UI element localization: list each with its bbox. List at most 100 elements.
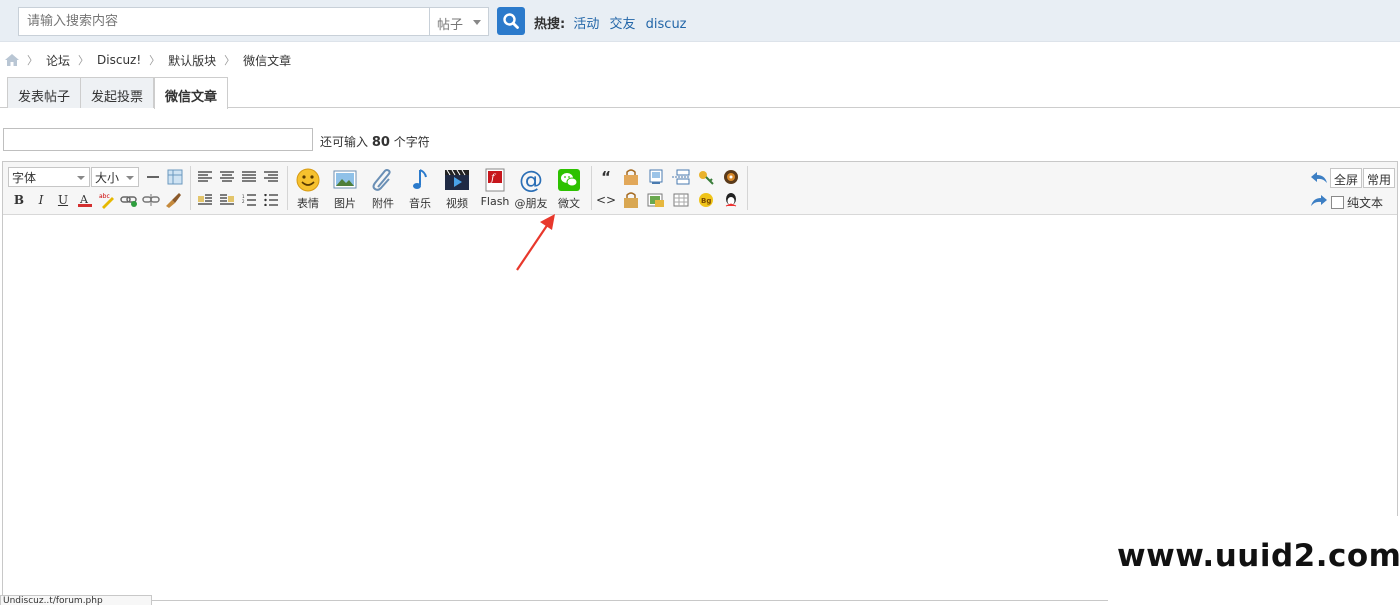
quote-button[interactable]: “ (597, 168, 615, 186)
flash-icon: f (485, 168, 505, 192)
insert-smiley-label: 表情 (297, 197, 319, 210)
breadcrumb-item[interactable]: 论坛 (46, 52, 70, 69)
smiley-icon (296, 168, 320, 192)
background-color-icon[interactable] (166, 168, 184, 186)
align-left-icon[interactable] (196, 168, 214, 186)
fullscreen-button[interactable]: 全屏 (1330, 168, 1363, 188)
page-break-icon[interactable] (672, 168, 690, 186)
hot-search: 热搜: 活动 交友 discuz (534, 13, 693, 32)
svg-text:abc: abc (99, 193, 110, 200)
toolbar-separator (591, 166, 592, 210)
italic-button[interactable]: I (32, 191, 50, 209)
unlink-icon[interactable] (142, 191, 160, 209)
font-size-select[interactable]: 大小 (91, 167, 139, 187)
font-select-label: 字体 (12, 171, 37, 185)
chevron-down-icon (126, 176, 134, 180)
hot-term-link[interactable]: 交友 (610, 17, 636, 32)
paid-content-icon[interactable] (622, 191, 640, 209)
insert-wechat-article-button[interactable]: 微文 (551, 167, 587, 211)
svg-text:@: @ (519, 167, 543, 193)
undo-icon[interactable] (1310, 169, 1328, 187)
chevron-down-icon (77, 176, 85, 180)
svg-text:2: 2 (242, 199, 245, 204)
annotation-arrow (516, 214, 555, 271)
toolbar-separator (747, 166, 748, 210)
search-button[interactable] (497, 7, 525, 35)
insert-image-button[interactable]: 图片 (327, 167, 363, 211)
insert-attachment-button[interactable]: 附件 (365, 167, 401, 211)
float-right-icon[interactable] (218, 191, 236, 209)
qq-icon[interactable] (722, 191, 740, 209)
at-icon: @ (519, 167, 543, 193)
align-center-icon[interactable] (218, 168, 236, 186)
horizontal-rule-icon[interactable] (144, 168, 162, 186)
tab-wechat-article[interactable]: 微信文章 (154, 77, 229, 109)
counter-suffix: 个字符 (393, 135, 430, 149)
float-left-icon[interactable] (196, 191, 214, 209)
free-content-icon[interactable] (647, 168, 665, 186)
ordered-list-icon[interactable]: 12 (240, 191, 258, 209)
breadcrumb-item[interactable]: Discuz! (97, 53, 141, 67)
hot-term-link[interactable]: discuz (646, 17, 687, 32)
watermark-text: www.uuid2.com (1108, 516, 1400, 601)
breadcrumb-separator: 〉 (149, 54, 161, 67)
insert-music-button[interactable]: 音乐 (402, 167, 438, 211)
link-icon[interactable] (120, 191, 138, 209)
font-family-select[interactable]: 字体 (8, 167, 90, 187)
counter-prefix: 还可输入 (320, 135, 369, 149)
subject-input[interactable] (3, 128, 313, 151)
insert-video-label: 视频 (446, 197, 468, 210)
common-toolbar-button[interactable]: 常用 (1363, 168, 1396, 188)
text-color-icon[interactable]: A (76, 191, 94, 209)
table-icon[interactable] (672, 191, 690, 209)
size-select-label: 大小 (95, 171, 120, 185)
insert-attachment-label: 附件 (372, 197, 394, 210)
insert-flash-button[interactable]: f Flash (477, 167, 513, 211)
toolbar-separator (287, 166, 288, 210)
home-icon[interactable] (5, 54, 19, 66)
tab-new-thread[interactable]: 发表帖子 (7, 77, 82, 108)
wechat-icon (558, 169, 580, 191)
media-disc-icon[interactable] (722, 168, 740, 186)
post-type-tabs: 发表帖子 发起投票 微信文章 (0, 77, 1400, 109)
music-note-icon (413, 169, 427, 189)
search-icon (503, 13, 519, 29)
underline-button[interactable]: U (54, 191, 72, 209)
bold-button[interactable]: B (10, 191, 28, 209)
code-button[interactable]: <> (596, 191, 616, 209)
search-input[interactable] (18, 7, 430, 36)
insert-image-label: 图片 (334, 197, 356, 210)
align-right-icon[interactable] (262, 168, 280, 186)
breadcrumb-separator: 〉 (27, 54, 38, 67)
insert-flash-label: Flash (480, 195, 510, 208)
search-type-select[interactable]: 帖子 (429, 7, 489, 36)
image-icon (333, 170, 357, 189)
tab-new-poll[interactable]: 发起投票 (80, 77, 155, 108)
paperclip-icon (372, 169, 391, 191)
chevron-down-icon (473, 20, 481, 25)
clear-format-icon[interactable] (164, 191, 182, 209)
hot-term-link[interactable]: 活动 (573, 17, 599, 32)
svg-text:Bg: Bg (701, 197, 711, 205)
insert-picture-table-icon[interactable] (647, 191, 665, 209)
top-search-bar: 帖子 热搜: 活动 交友 discuz (0, 0, 1400, 42)
toolbar-separator (190, 166, 191, 210)
hot-search-label: 热搜: (534, 17, 566, 32)
breadcrumb-item[interactable]: 默认版块 (168, 52, 216, 69)
insert-wechat-article-label: 微文 (558, 197, 580, 210)
counter-value: 80 (371, 135, 390, 150)
insert-smiley-button[interactable]: 表情 (290, 167, 326, 211)
highlight-icon[interactable]: abc (98, 191, 116, 209)
password-icon[interactable] (697, 168, 715, 186)
insert-video-button[interactable]: 视频 (439, 167, 475, 211)
insert-mention-button[interactable]: @ @朋友 (513, 167, 549, 211)
breadcrumb-separator: 〉 (78, 54, 90, 67)
hide-content-icon[interactable] (622, 168, 640, 186)
unordered-list-icon[interactable] (262, 191, 280, 209)
align-justify-icon[interactable] (240, 168, 258, 186)
insert-music-label: 音乐 (409, 197, 431, 210)
plaintext-label: 纯文本 (1347, 196, 1384, 210)
background-music-icon[interactable]: Bg (697, 191, 715, 209)
plaintext-checkbox[interactable] (1331, 196, 1344, 209)
redo-icon[interactable] (1310, 192, 1328, 210)
